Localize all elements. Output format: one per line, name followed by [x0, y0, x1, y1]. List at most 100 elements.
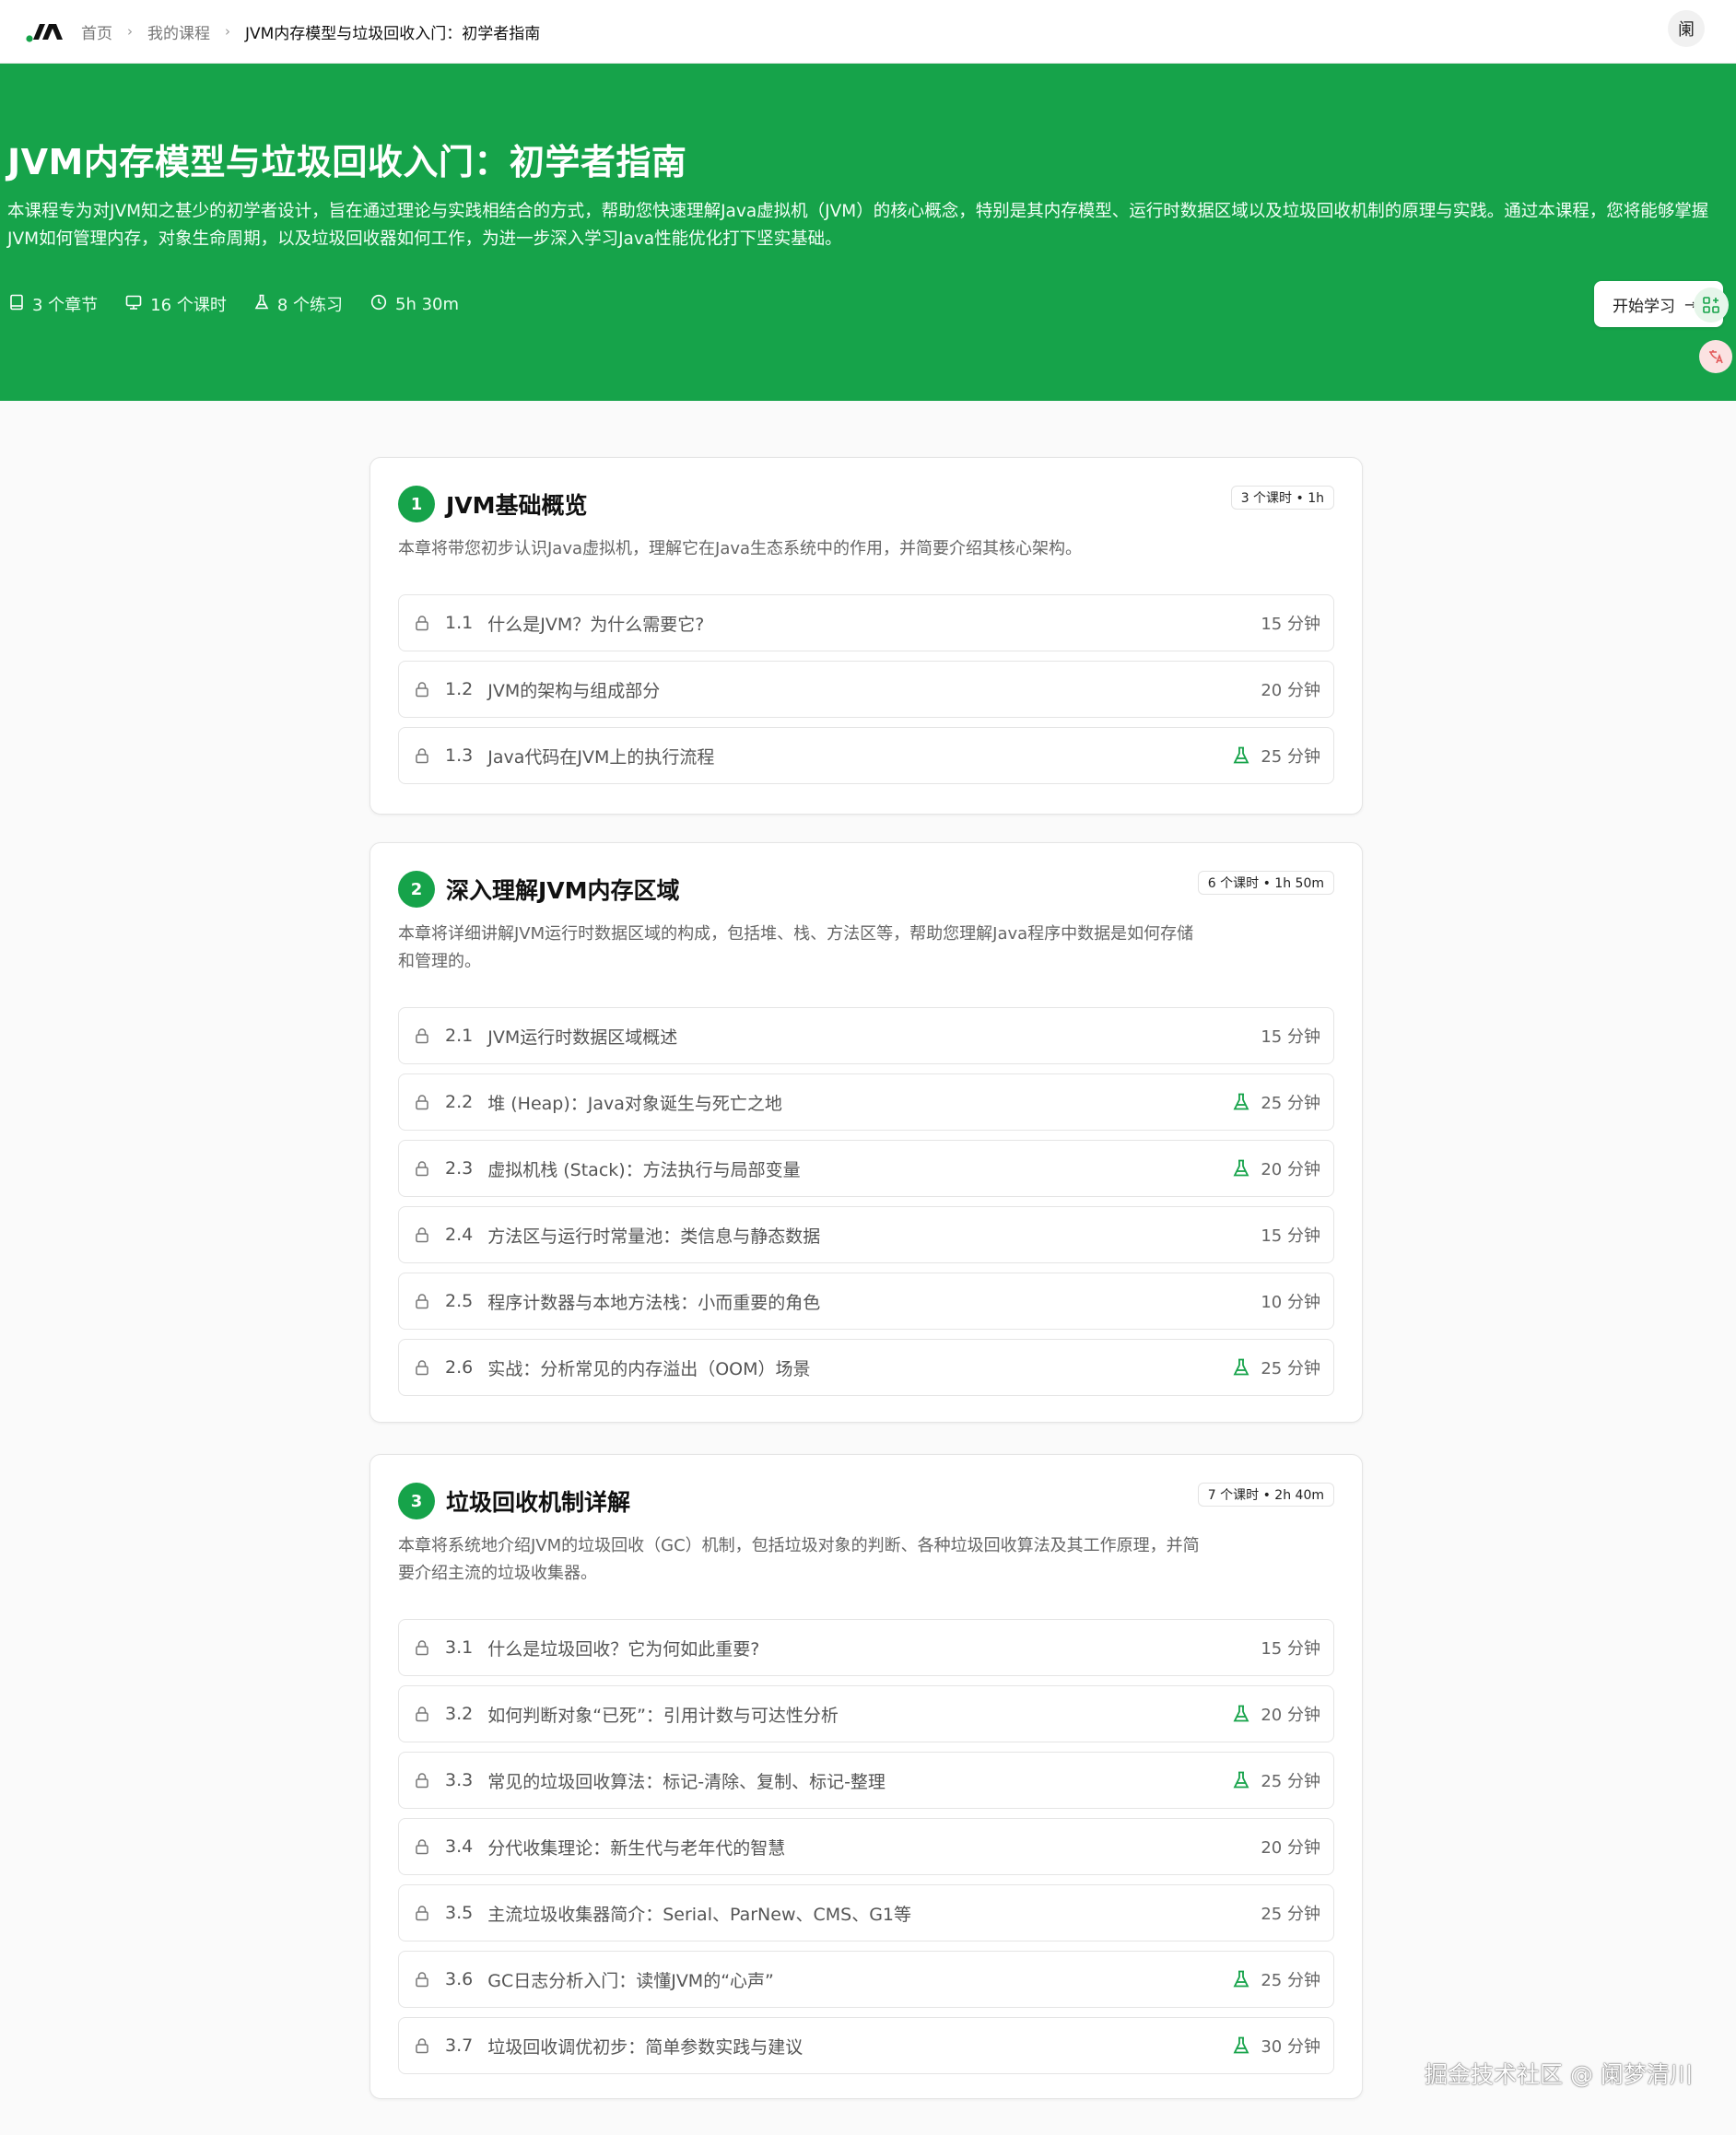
meta-chapters: 3 个章节: [9, 292, 98, 316]
chapter-card-1: 1 JVM基础概览 3 个课时 • 1h 本章将带您初步认识Java虚拟机，理解…: [369, 457, 1363, 815]
chapter-header: 3 垃圾回收机制详解: [398, 1483, 630, 1519]
top-nav: 首页 › 我的课程 › JVM内存模型与垃圾回收入门：初学者指南 阑: [0, 0, 1736, 64]
chapter-card-2: 2 深入理解JVM内存区域 6 个课时 • 1h 50m 本章将详细讲解JVM运…: [369, 842, 1363, 1423]
chapter-description: 本章将系统地介绍JVM的垃圾回收（GC）机制，包括垃圾对象的判断、各种垃圾回收算…: [398, 1536, 1200, 1583]
course-hero: JVM内存模型与垃圾回收入门：初学者指南 本课程专为对JVM知之甚少的初学者设计…: [0, 64, 1736, 401]
chapter-header: 1 JVM基础概览: [398, 486, 588, 522]
lesson-title: Java代码在JVM上的执行流程: [487, 746, 715, 768]
breadcrumb-current: JVM内存模型与垃圾回收入门：初学者指南: [245, 24, 541, 43]
lock-icon: [414, 1838, 432, 1855]
lesson-title: 实战：分析常见的内存溢出（OOM）场景: [487, 1358, 811, 1379]
lesson-list: 2.1 JVM运行时数据区域概述 15 分钟 2.2 堆 (Heap)：Java…: [398, 1007, 1334, 1405]
exercise-flask-icon: [1233, 2036, 1249, 2055]
lesson-duration: 10 分钟: [1261, 1293, 1320, 1312]
exercise-flask-icon: [1233, 1093, 1249, 1111]
lesson-duration: 15 分钟: [1261, 1226, 1320, 1246]
lesson-item[interactable]: 3.2 如何判断对象“已死”：引用计数与可达性分析 20 分钟: [398, 1685, 1334, 1742]
logo[interactable]: [26, 19, 65, 43]
lesson-item[interactable]: 3.6 GC日志分析入门：读懂JVM的“心声” 25 分钟: [398, 1951, 1334, 2008]
lock-icon: [414, 1971, 432, 1988]
lesson-item[interactable]: 2.3 虚拟机栈 (Stack)：方法执行与局部变量 20 分钟: [398, 1140, 1334, 1197]
lesson-item[interactable]: 1.3 Java代码在JVM上的执行流程 25 分钟: [398, 727, 1334, 784]
lesson-title: JVM的架构与组成部分: [487, 680, 661, 701]
lesson-item[interactable]: 3.7 垃圾回收调优初步：简单参数实践与建议 30 分钟: [398, 2017, 1334, 2074]
meta-duration: 5h 30m: [370, 294, 459, 315]
lesson-duration: 25 分钟: [1261, 1094, 1320, 1113]
avatar[interactable]: 阑: [1668, 10, 1705, 47]
grid-plus-icon[interactable]: [1694, 287, 1729, 323]
lesson-title: 什么是垃圾回收？它为何如此重要?: [487, 1638, 760, 1660]
lesson-duration: 25 分钟: [1261, 1971, 1320, 1990]
exercise-flask-icon: [1233, 1159, 1249, 1178]
course-meta: 3 个章节 16 个课时 8 个练习 5h 30m: [9, 292, 487, 316]
meta-exercises: 8 个练习: [254, 292, 343, 316]
lesson-title: 什么是JVM？为什么需要它?: [487, 614, 705, 635]
lesson-title: 垃圾回收调优初步：简单参数实践与建议: [487, 2036, 803, 2058]
lesson-duration: 15 分钟: [1261, 1027, 1320, 1047]
lock-icon: [414, 1226, 432, 1243]
lesson-item[interactable]: 2.6 实战：分析常见的内存溢出（OOM）场景 25 分钟: [398, 1339, 1334, 1396]
lock-icon: [414, 1772, 432, 1789]
lesson-duration: 20 分钟: [1261, 1160, 1320, 1179]
lesson-item[interactable]: 1.2 JVM的架构与组成部分 20 分钟: [398, 661, 1334, 718]
lesson-title: 主流垃圾收集器简介：Serial、ParNew、CMS、G1等: [487, 1904, 912, 1925]
lesson-duration: 20 分钟: [1261, 1706, 1320, 1725]
lesson-item[interactable]: 3.4 分代收集理论：新生代与老年代的智慧 20 分钟: [398, 1818, 1334, 1875]
chapter-number: 1: [398, 486, 435, 522]
chapter-badge: 6 个课时 • 1h 50m: [1197, 871, 1334, 895]
course-description: 本课程专为对JVM知之甚少的初学者设计，旨在通过理论与实践相结合的方式，帮助您快…: [7, 202, 1709, 249]
exercise-flask-icon: [1233, 746, 1249, 765]
lock-icon: [414, 1094, 432, 1110]
chapter-description: 本章将详细讲解JVM运行时数据区域的构成，包括堆、栈、方法区等，帮助您理解Jav…: [398, 924, 1194, 971]
breadcrumb-home[interactable]: 首页: [81, 20, 112, 43]
chapter-header: 2 深入理解JVM内存区域: [398, 871, 680, 908]
lesson-item[interactable]: 3.5 主流垃圾收集器简介：Serial、ParNew、CMS、G1等 25 分…: [398, 1884, 1334, 1941]
lock-icon: [414, 615, 432, 631]
lesson-item[interactable]: 3.1 什么是垃圾回收？它为何如此重要? 15 分钟: [398, 1619, 1334, 1676]
lock-icon: [414, 1905, 432, 1921]
watermark: 掘金技术社区 @ 阑梦清川: [1425, 2061, 1693, 2088]
breadcrumb-my-courses[interactable]: 我的课程: [147, 20, 210, 43]
book-icon: [9, 294, 32, 315]
lesson-duration: 20 分钟: [1261, 1838, 1320, 1858]
lock-icon: [414, 1160, 432, 1177]
lock-icon: [414, 681, 432, 698]
chapter-title: JVM基础概览: [446, 492, 588, 519]
lock-icon: [414, 1359, 432, 1376]
breadcrumb: 首页 › 我的课程 › JVM内存模型与垃圾回收入门：初学者指南: [81, 20, 540, 43]
flask-icon: [254, 294, 277, 315]
lesson-item[interactable]: 2.5 程序计数器与本地方法栈：小而重要的角色 10 分钟: [398, 1273, 1334, 1330]
chevron-right-icon: ›: [127, 23, 133, 40]
chapter-description: 本章将带您初步认识Java虚拟机，理解它在Java生态系统中的作用，并简要介绍其…: [398, 539, 1083, 558]
lesson-duration: 15 分钟: [1261, 1639, 1320, 1659]
lock-icon: [414, 1027, 432, 1044]
lesson-title: 如何判断对象“已死”：引用计数与可达性分析: [487, 1705, 839, 1726]
lesson-duration: 20 分钟: [1261, 681, 1320, 700]
lesson-item[interactable]: 1.1 什么是JVM？为什么需要它? 15 分钟: [398, 594, 1334, 651]
lock-icon: [414, 1706, 432, 1722]
exercise-flask-icon: [1233, 1358, 1249, 1377]
exercise-flask-icon: [1233, 1970, 1249, 1988]
lesson-item[interactable]: 3.3 常见的垃圾回收算法：标记-清除、复制、标记-整理 25 分钟: [398, 1752, 1334, 1809]
lock-icon: [414, 1293, 432, 1309]
lesson-item[interactable]: 2.4 方法区与运行时常量池：类信息与静态数据 15 分钟: [398, 1206, 1334, 1263]
chevron-right-icon: ›: [225, 23, 230, 40]
translate-icon[interactable]: [1699, 340, 1732, 373]
lesson-list: 3.1 什么是垃圾回收？它为何如此重要? 15 分钟 3.2 如何判断对象“已死…: [398, 1619, 1334, 2083]
lesson-duration: 15 分钟: [1261, 615, 1320, 634]
chapter-number: 3: [398, 1483, 435, 1519]
lesson-list: 1.1 什么是JVM？为什么需要它? 15 分钟 1.2 JVM的架构与组成部分…: [398, 594, 1334, 793]
monitor-icon: [125, 294, 150, 315]
lesson-item[interactable]: 2.2 堆 (Heap)：Java对象诞生与死亡之地 25 分钟: [398, 1073, 1334, 1131]
lesson-title: 常见的垃圾回收算法：标记-清除、复制、标记-整理: [487, 1771, 886, 1792]
lesson-title: 方法区与运行时常量池：类信息与静态数据: [487, 1226, 821, 1247]
lesson-title: 堆 (Heap)：Java对象诞生与死亡之地: [487, 1093, 782, 1114]
exercise-flask-icon: [1233, 1705, 1249, 1723]
clock-icon: [370, 294, 395, 315]
lesson-title: GC日志分析入门：读懂JVM的“心声”: [487, 1970, 774, 1991]
meta-lessons: 16 个课时: [125, 292, 227, 316]
lock-icon: [414, 1639, 432, 1656]
chapter-card-3: 3 垃圾回收机制详解 7 个课时 • 2h 40m 本章将系统地介绍JVM的垃圾…: [369, 1454, 1363, 2099]
lesson-item[interactable]: 2.1 JVM运行时数据区域概述 15 分钟: [398, 1007, 1334, 1064]
chapter-title: 深入理解JVM内存区域: [446, 877, 680, 904]
